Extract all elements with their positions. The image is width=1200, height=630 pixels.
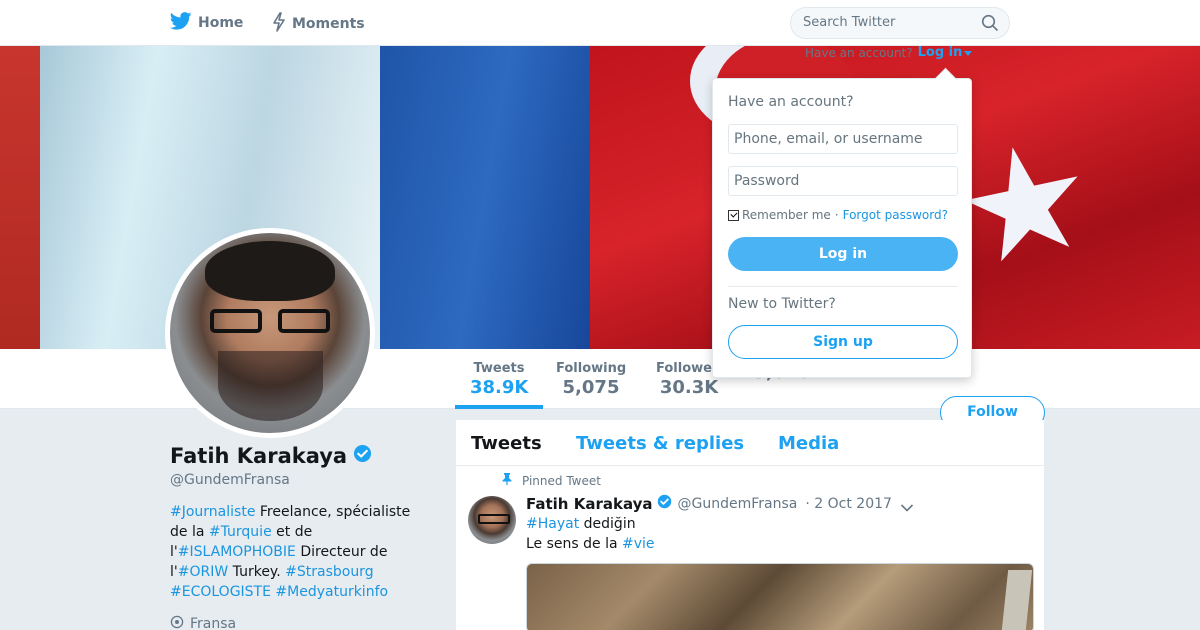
stat-label: Following bbox=[556, 361, 627, 376]
bio-text: Turkey. bbox=[228, 564, 286, 580]
tweet-text: #Hayat dediğin Le sens de la #vie bbox=[526, 514, 655, 554]
tweet-media-image[interactable] bbox=[526, 563, 1034, 630]
verified-badge-icon bbox=[657, 494, 672, 513]
active-tab-indicator bbox=[455, 405, 543, 409]
login-link[interactable]: Log in bbox=[918, 45, 963, 60]
hashtag-link[interactable]: #Turquie bbox=[209, 524, 272, 540]
login-dropdown: Have an account? Remember me · Forgot pa… bbox=[712, 78, 972, 378]
pinned-tweet-label: Pinned Tweet bbox=[502, 473, 601, 488]
chevron-down-icon[interactable] bbox=[900, 498, 914, 517]
top-navigation: Home Moments Search Twitter bbox=[0, 0, 1200, 46]
nav-home-label: Home bbox=[198, 15, 244, 31]
signup-button[interactable]: Sign up bbox=[728, 325, 958, 359]
nav-moments-label: Moments bbox=[292, 16, 365, 32]
stat-value: 30.3K bbox=[659, 377, 719, 398]
forgot-password-link[interactable]: Forgot password? bbox=[843, 208, 948, 222]
stat-value: 5,075 bbox=[562, 377, 620, 398]
hashtag-link[interactable]: #Medyaturkinfo bbox=[275, 584, 388, 600]
hashtag-link[interactable]: #Hayat bbox=[526, 516, 579, 532]
hashtag-link[interactable]: #ORIW bbox=[178, 564, 228, 580]
tweet-date[interactable]: · 2 Oct 2017 bbox=[805, 496, 892, 512]
tweet-text-part: Le sens de la bbox=[526, 536, 623, 552]
hashtag-link[interactable]: #ISLAMOPHOBIE bbox=[178, 544, 296, 560]
login-button[interactable]: Log in bbox=[728, 237, 958, 271]
tweet-author-name[interactable]: Fatih Karakaya bbox=[526, 495, 653, 513]
caret-down-icon[interactable] bbox=[964, 46, 973, 60]
remember-row: Remember me · Forgot password? bbox=[728, 208, 948, 222]
username-field[interactable] bbox=[728, 124, 958, 154]
pin-icon bbox=[502, 473, 512, 488]
stat-tweets[interactable]: Tweets 38.9K bbox=[470, 361, 528, 398]
location-text: Fransa bbox=[190, 616, 237, 630]
hashtag-link[interactable]: #vie bbox=[622, 536, 655, 552]
hashtag-link[interactable]: #ECOLOGISTE bbox=[170, 584, 271, 600]
tab-media[interactable]: Media bbox=[778, 433, 839, 454]
tweet-author-handle[interactable]: @GundemFransa bbox=[678, 496, 798, 512]
profile-handle[interactable]: @GundemFransa bbox=[170, 472, 290, 488]
location-pin-icon bbox=[170, 615, 184, 630]
hashtag-link[interactable]: #Strasbourg bbox=[285, 564, 373, 580]
nav-home[interactable]: Home bbox=[169, 12, 244, 34]
stat-following[interactable]: Following 5,075 bbox=[556, 361, 626, 398]
tweet-avatar[interactable] bbox=[468, 496, 516, 544]
separator: · bbox=[834, 208, 839, 222]
divider bbox=[728, 286, 958, 287]
login-prompt-text: Have an account? bbox=[805, 45, 913, 60]
search-input[interactable]: Search Twitter bbox=[790, 7, 1010, 39]
tweet-text-part: dediğin bbox=[579, 516, 636, 532]
remember-me-checkbox[interactable] bbox=[728, 209, 739, 221]
nav-moments[interactable]: Moments bbox=[272, 12, 365, 36]
stat-value: 38.9K bbox=[470, 377, 529, 398]
profile-name: Fatih Karakaya bbox=[170, 444, 372, 468]
pinned-text: Pinned Tweet bbox=[522, 473, 601, 488]
hashtag-link[interactable]: #Journaliste bbox=[170, 504, 255, 520]
profile-avatar[interactable] bbox=[165, 228, 375, 438]
search-placeholder: Search Twitter bbox=[803, 15, 896, 30]
lightning-icon bbox=[272, 12, 286, 36]
twitter-bird-icon bbox=[169, 12, 192, 34]
password-field[interactable] bbox=[728, 166, 958, 196]
search-icon[interactable] bbox=[981, 14, 999, 36]
tweet-header: Fatih Karakaya @GundemFransa · 2 Oct 201… bbox=[526, 494, 892, 513]
new-to-twitter-label: New to Twitter? bbox=[728, 296, 836, 312]
stat-label: Tweets bbox=[473, 361, 525, 376]
profile-bio: #Journaliste Freelance, spécialiste de l… bbox=[170, 502, 420, 602]
timeline-tabs: Tweets Tweets & replies Media bbox=[456, 420, 1044, 466]
profile-name-text: Fatih Karakaya bbox=[170, 444, 348, 468]
profile-location: Fransa bbox=[170, 615, 236, 630]
timeline: Tweets Tweets & replies Media Pinned Twe… bbox=[456, 420, 1044, 630]
tab-tweets-and-replies[interactable]: Tweets & replies bbox=[576, 433, 744, 454]
login-prompt: Have an account? Log in bbox=[805, 45, 973, 60]
tab-tweets[interactable]: Tweets bbox=[471, 433, 542, 454]
verified-badge-icon bbox=[353, 444, 372, 468]
dropdown-heading: Have an account? bbox=[728, 94, 854, 110]
remember-me-label[interactable]: Remember me bbox=[742, 208, 831, 222]
